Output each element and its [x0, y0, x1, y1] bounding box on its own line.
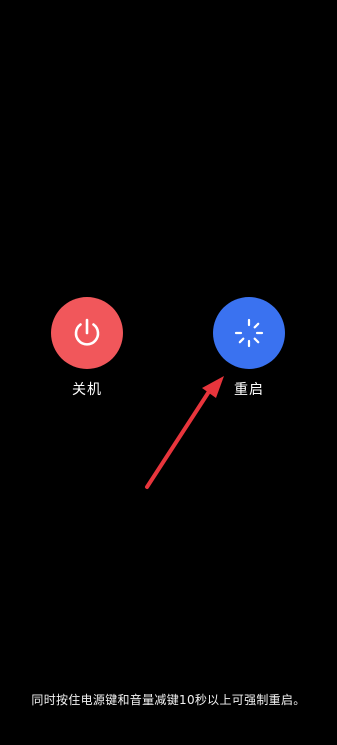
red-arrow-icon — [145, 376, 224, 489]
restart-button[interactable] — [213, 297, 285, 369]
restart-spinner-icon — [234, 318, 264, 348]
power-off-button[interactable] — [51, 297, 123, 369]
force-restart-hint: 同时按住电源键和音量减键10秒以上可强制重启。 — [31, 693, 306, 707]
power-icon — [74, 318, 100, 346]
power-off-label: 关机 — [72, 382, 102, 398]
power-off-option[interactable]: 关机 — [42, 297, 132, 399]
